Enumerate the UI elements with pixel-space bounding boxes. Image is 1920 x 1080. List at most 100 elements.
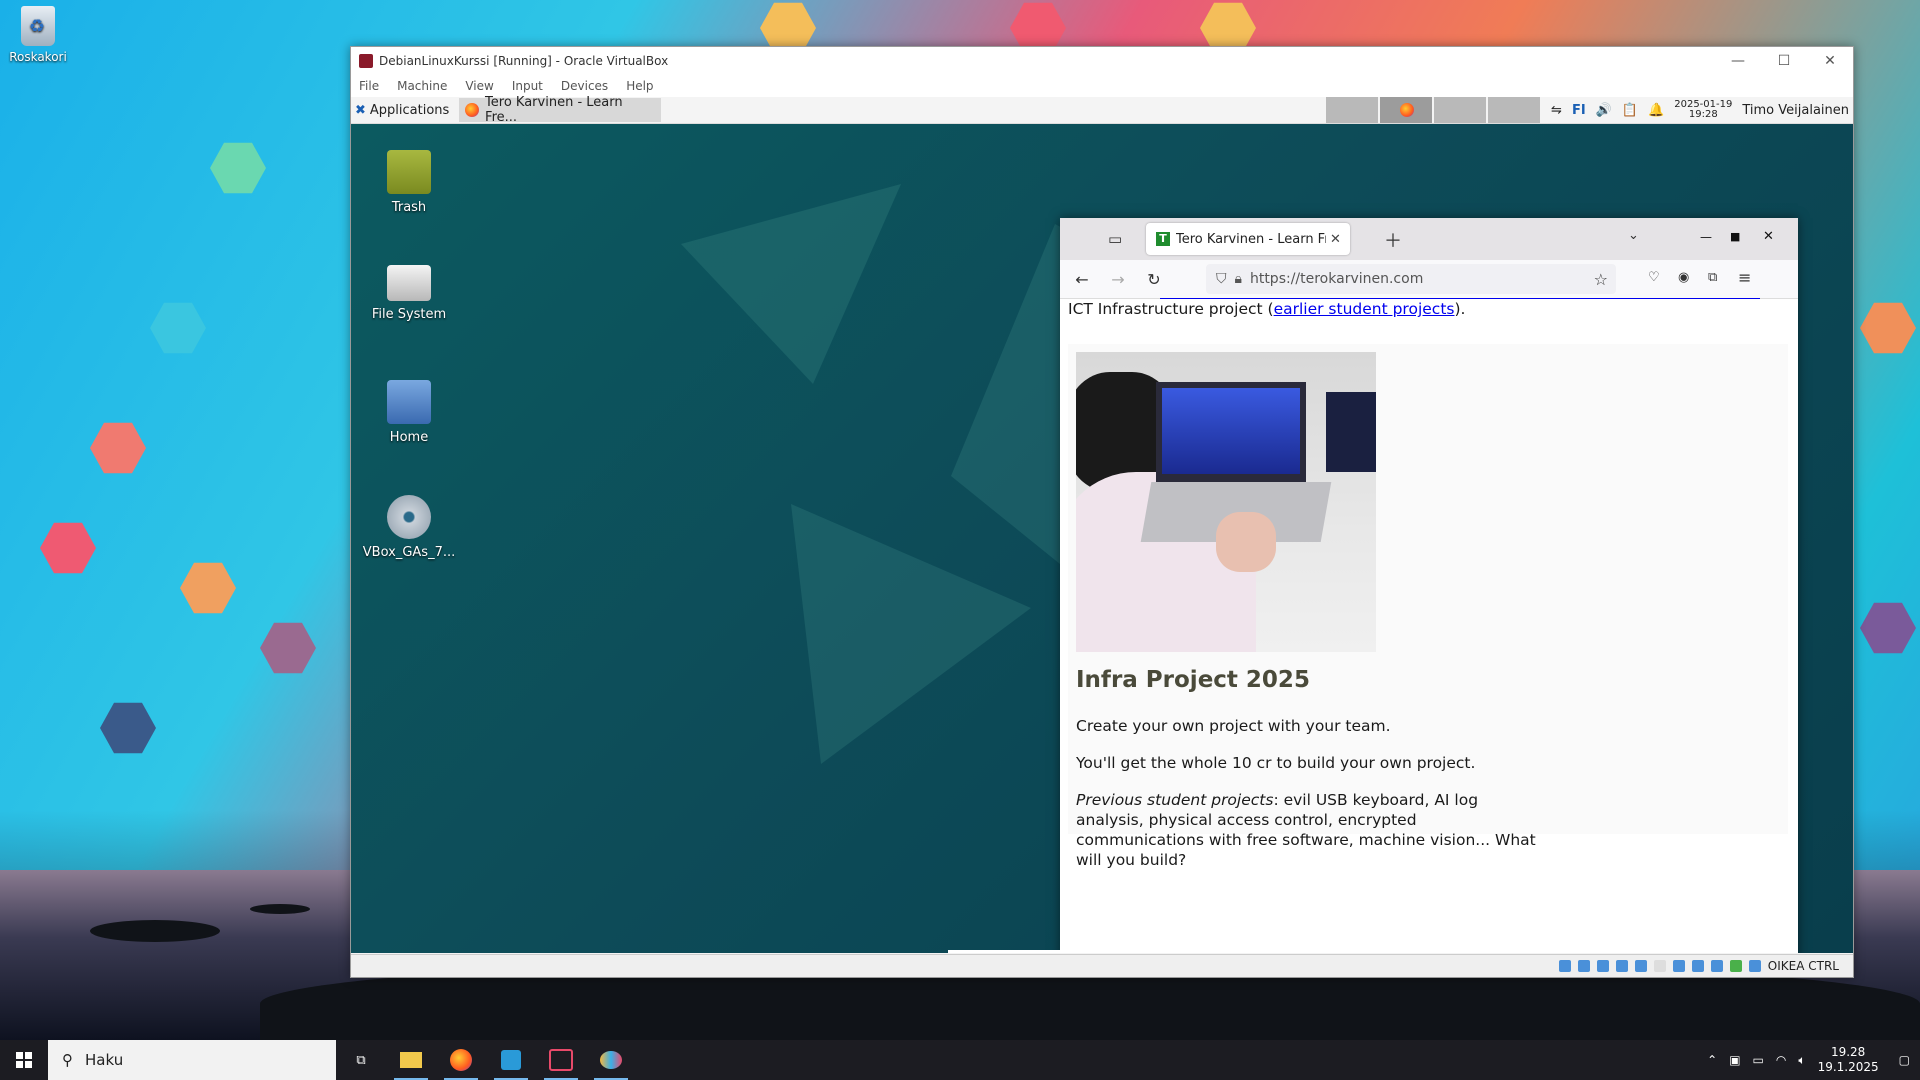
wifi-icon[interactable]: ◠ — [1776, 1053, 1786, 1067]
guest-panel: ✖ Applications Tero Karvinen - Learn Fre… — [351, 95, 1853, 125]
taskbar-search[interactable]: ⚲ Haku — [48, 1040, 336, 1080]
firefox-icon — [1400, 103, 1414, 117]
vbox-titlebar[interactable]: DebianLinuxKurssi [Running] - Oracle Vir… — [351, 47, 1853, 75]
recycle-bin[interactable]: Roskakori — [6, 6, 70, 64]
forward-icon[interactable]: → — [1100, 270, 1136, 289]
desktop-icon-home[interactable]: Home — [359, 380, 459, 445]
taskbar-firefox[interactable] — [436, 1040, 486, 1080]
optical-drive-icon[interactable] — [1577, 960, 1590, 972]
tab-terokarvinen[interactable]: T Tero Karvinen - Learn Free ✕ — [1146, 223, 1350, 255]
workspace-2[interactable] — [1380, 97, 1432, 123]
paragraph-3: Previous student projects: evil USB keyb… — [1076, 790, 1546, 870]
cd-icon — [387, 495, 431, 539]
menu-icon[interactable]: ≡ — [1738, 268, 1751, 287]
icon-label: Home — [389, 430, 429, 445]
display-icon[interactable] — [1672, 960, 1685, 972]
menu-help[interactable]: Help — [626, 79, 653, 93]
guest-additions-icon[interactable] — [1729, 960, 1742, 972]
intro-suffix: ). — [1454, 300, 1466, 318]
taskbar-item-firefox[interactable]: Tero Karvinen - Learn Fre... — [459, 95, 662, 125]
reload-icon[interactable]: ↻ — [1136, 270, 1172, 289]
taskbar-screenshot[interactable] — [536, 1040, 586, 1080]
firefox-icon — [450, 1049, 472, 1071]
clock-time: 19.28 — [1830, 1045, 1866, 1059]
start-button[interactable] — [0, 1040, 48, 1080]
system-clock[interactable]: 19.28 19.1.2025 — [1818, 1045, 1879, 1075]
page-content: ICT Infrastructure project (earlier stud… — [1060, 298, 1798, 953]
guest-clock[interactable]: 2025-01-19 19:28 — [1674, 100, 1732, 120]
host-key-label: OIKEA CTRL — [1767, 959, 1839, 973]
virtualbox-tray-icon[interactable]: ▣ — [1729, 1053, 1740, 1067]
network-adapter-icon[interactable] — [1615, 960, 1628, 972]
lock-icon[interactable]: 🔒︎ — [1235, 271, 1242, 287]
url-bar[interactable]: ⛉ 🔒︎ https://terokarvinen.com ☆ — [1206, 264, 1616, 294]
tab-close-icon[interactable]: ✕ — [1330, 232, 1341, 247]
extensions-icon[interactable]: ⧉ — [1708, 270, 1717, 285]
tracking-shield-icon[interactable]: ⛉ — [1216, 271, 1227, 287]
close-button[interactable]: ✕ — [1807, 53, 1853, 69]
battery-icon[interactable]: ▭ — [1753, 1053, 1764, 1067]
paragraph-1: Create your own project with your team. — [1076, 717, 1391, 735]
applications-menu[interactable]: ✖ Applications — [351, 103, 453, 118]
menu-devices[interactable]: Devices — [561, 79, 608, 93]
clipboard-icon[interactable]: 📋 — [1622, 103, 1638, 118]
workspace-4[interactable] — [1488, 97, 1540, 123]
keyboard-layout[interactable]: FI — [1572, 103, 1586, 118]
site-favicon-icon: T — [1156, 232, 1170, 246]
previous-projects-label: Previous student projects — [1076, 791, 1274, 809]
ff-close-button[interactable]: ✕ — [1763, 229, 1774, 244]
shared-folders-icon[interactable] — [1653, 960, 1666, 972]
user-name[interactable]: Timo Veijalainen — [1742, 103, 1849, 118]
ff-maximize-button[interactable]: ■ — [1730, 230, 1740, 243]
notification-icon[interactable]: 🔔 — [1648, 103, 1664, 118]
menu-machine[interactable]: Machine — [397, 79, 447, 93]
hard-disk-icon[interactable] — [1558, 960, 1571, 972]
paragraph-2: You'll get the whole 10 cr to build your… — [1076, 754, 1476, 772]
earlier-projects-link[interactable]: earlier student projects — [1274, 300, 1455, 318]
icon-label: VBox_GAs_7... — [362, 545, 456, 560]
menu-view[interactable]: View — [465, 79, 493, 93]
firefox-view-icon[interactable]: ▭ — [1108, 230, 1122, 248]
desktop-icon-vbox-gas[interactable]: VBox_GAs_7... — [359, 495, 459, 560]
search-icon: ⚲ — [62, 1051, 73, 1069]
taskbar-vscode[interactable] — [486, 1040, 536, 1080]
recycle-bin-icon — [21, 6, 55, 46]
workspace-3[interactable] — [1434, 97, 1486, 123]
back-icon[interactable]: ← — [1064, 270, 1100, 289]
audio-icon[interactable] — [1596, 960, 1609, 972]
notifications-icon[interactable]: ▢ — [1899, 1053, 1910, 1067]
bookmark-star-icon[interactable]: ☆ — [1594, 270, 1608, 289]
icon-label: File System — [371, 307, 447, 322]
recycle-bin-label: Roskakori — [9, 50, 67, 64]
infra-heading: Infra Project 2025 — [1076, 667, 1310, 693]
desktop-icon-file-system[interactable]: File System — [359, 265, 459, 322]
recording-icon[interactable] — [1691, 960, 1704, 972]
ff-minimize-button[interactable]: — — [1700, 230, 1712, 244]
new-tab-icon[interactable]: ＋ — [1384, 227, 1402, 253]
desktop-icon-trash[interactable]: Trash — [359, 150, 459, 215]
home-folder-icon — [387, 380, 431, 424]
workspace-1[interactable] — [1326, 97, 1378, 123]
maximize-button[interactable]: ☐ — [1761, 53, 1807, 69]
clock-date: 19.1.2025 — [1817, 1060, 1879, 1074]
task-view-button[interactable]: ⧉ — [336, 1040, 386, 1080]
mouse-integration-icon[interactable] — [1748, 960, 1761, 972]
usb-icon[interactable] — [1634, 960, 1647, 972]
minimize-button[interactable]: — — [1715, 53, 1761, 69]
pocket-icon[interactable]: ♡ — [1648, 270, 1660, 285]
icon-label: Trash — [391, 200, 427, 215]
account-icon[interactable]: ◉ — [1678, 270, 1689, 285]
search-placeholder: Haku — [85, 1051, 124, 1069]
menu-input[interactable]: Input — [512, 79, 543, 93]
list-tabs-icon[interactable]: ⌄ — [1628, 228, 1639, 243]
show-hidden-icons[interactable]: ⌃ — [1707, 1053, 1717, 1067]
menu-file[interactable]: File — [359, 79, 379, 93]
taskbar-file-explorer[interactable] — [386, 1040, 436, 1080]
speaker-icon[interactable]: 🔈︎ — [1798, 1053, 1805, 1068]
vbox-title: DebianLinuxKurssi [Running] - Oracle Vir… — [379, 54, 669, 68]
taskbar-paint[interactable] — [586, 1040, 636, 1080]
cpu-icon[interactable] — [1710, 960, 1723, 972]
volume-icon[interactable]: 🔊 — [1596, 103, 1612, 118]
network-icon[interactable]: ⇋ — [1551, 103, 1562, 118]
applications-label: Applications — [369, 102, 450, 118]
